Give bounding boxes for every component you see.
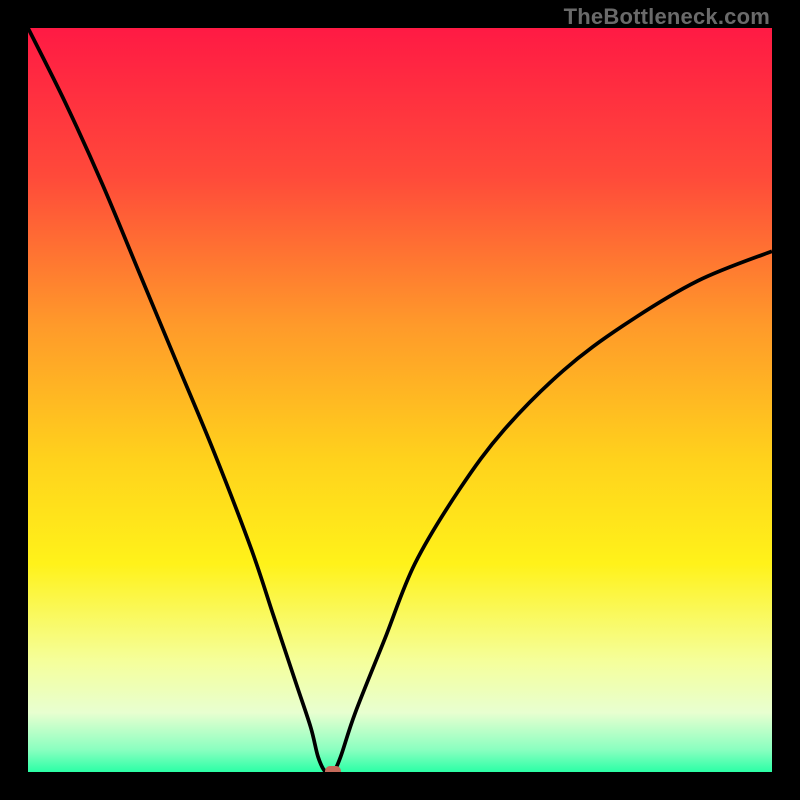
bottleneck-curve bbox=[28, 28, 772, 772]
bottleneck-marker bbox=[325, 766, 341, 772]
chart-frame: TheBottleneck.com bbox=[0, 0, 800, 800]
plot-area bbox=[28, 28, 772, 772]
watermark-text: TheBottleneck.com bbox=[564, 4, 770, 30]
